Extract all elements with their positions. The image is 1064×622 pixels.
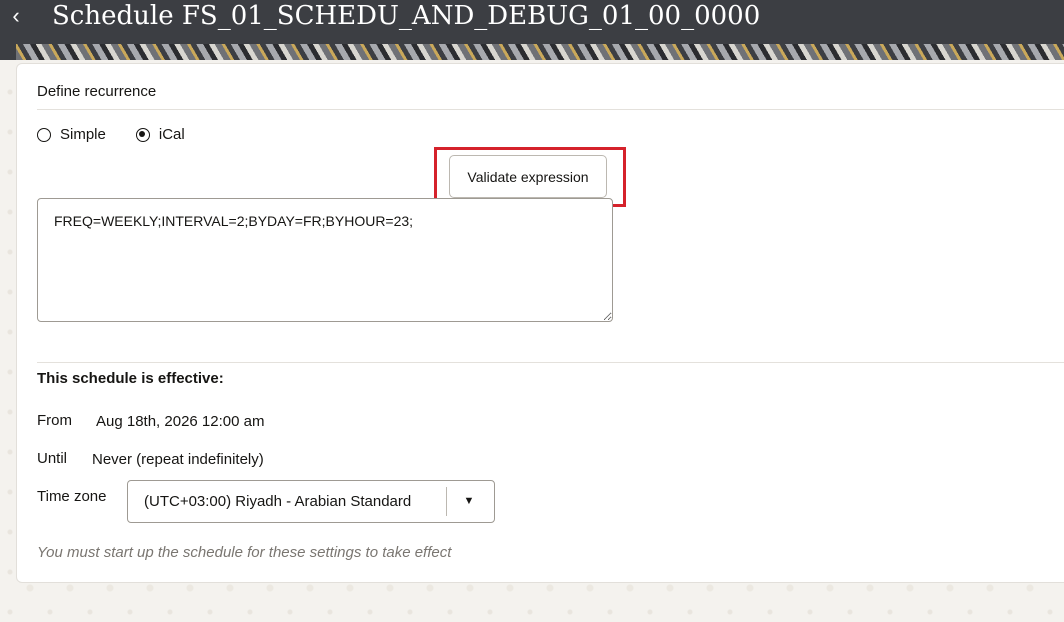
timezone-selected-value: (UTC+03:00) Riyadh - Arabian Standard: [144, 493, 412, 510]
header-decorative-band: [16, 44, 1064, 60]
caret-down-icon[interactable]: ▼: [458, 481, 480, 522]
effective-heading: This schedule is effective:: [37, 370, 224, 387]
radio-ical-label: iCal: [158, 126, 185, 143]
timezone-label: Time zone: [37, 488, 107, 505]
radio-simple-circle[interactable]: [37, 127, 51, 142]
ical-expression-input[interactable]: FREQ=WEEKLY;INTERVAL=2;BYDAY=FR;BYHOUR=2…: [37, 198, 613, 322]
radio-simple[interactable]: Simple: [37, 126, 106, 143]
page-header: ‹ Schedule FS_01_SCHEDU_AND_DEBUG_01_00_…: [0, 0, 1064, 60]
radio-ical[interactable]: iCal: [135, 126, 185, 143]
radio-ical-circle[interactable]: [135, 127, 150, 142]
page-title: Schedule FS_01_SCHEDU_AND_DEBUG_01_00_00…: [52, 1, 761, 31]
section-divider: [37, 109, 1064, 110]
timezone-select[interactable]: (UTC+03:00) Riyadh - Arabian Standard ▼: [127, 480, 495, 523]
recurrence-type-radio-group: Simple iCal: [37, 126, 215, 143]
back-button[interactable]: ‹: [4, 2, 28, 30]
timezone-separator: [446, 487, 447, 516]
define-recurrence-heading: Define recurrence: [37, 83, 157, 100]
chevron-left-icon: ‹: [12, 3, 20, 28]
validate-expression-button[interactable]: Validate expression: [449, 155, 607, 198]
schedule-panel: Define recurrence Simple iCal Validate e…: [16, 63, 1064, 583]
schedule-startup-note: You must start up the schedule for these…: [37, 544, 452, 561]
effective-divider: [37, 362, 1064, 363]
until-label: Until: [37, 450, 68, 467]
radio-simple-label: Simple: [60, 126, 106, 143]
from-label: From: [37, 412, 72, 429]
until-value: Never (repeat indefinitely): [92, 451, 264, 468]
from-value: Aug 18th, 2026 12:00 am: [96, 413, 265, 430]
